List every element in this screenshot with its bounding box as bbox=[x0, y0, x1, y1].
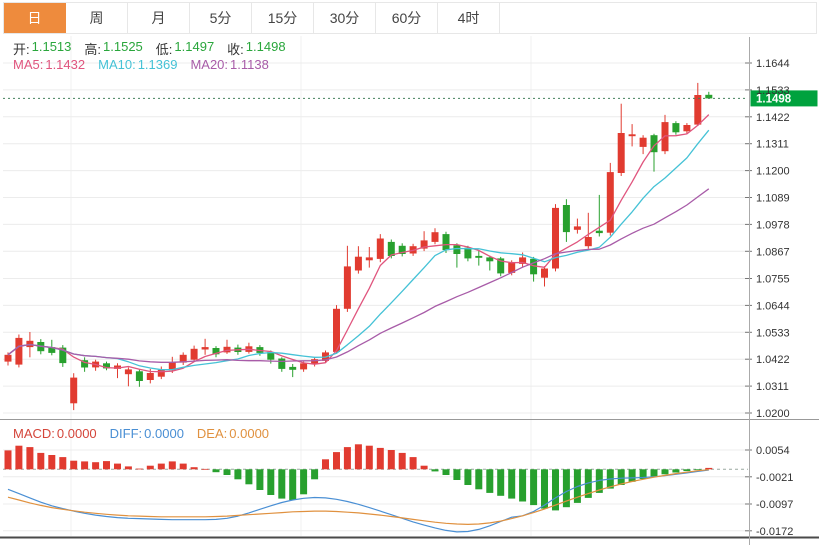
candlestick-chart-canvas[interactable]: 1.1498 1.1644 1.1533 1.1422 1.1311 1.1200 1.10… bbox=[0, 0, 819, 545]
dea-line bbox=[8, 470, 709, 525]
svg-text:-0.0021: -0.0021 bbox=[756, 472, 793, 484]
close-value: 1.1498 bbox=[246, 39, 286, 58]
svg-text:1.0978: 1.0978 bbox=[756, 219, 790, 231]
tab-period-1[interactable]: 日 bbox=[4, 3, 66, 33]
ma10-value: 1.1369 bbox=[138, 57, 178, 72]
diff-label: DIFF: bbox=[110, 426, 143, 441]
ma-legend: MA5: 1.1432 MA10: 1.1369 MA20: 1.1138 bbox=[13, 57, 269, 72]
macd-histogram bbox=[5, 444, 713, 510]
macd-legend: MACD: 0.0000 DIFF: 0.0000 DEA: 0.0000 bbox=[13, 426, 269, 441]
svg-text:1.0200: 1.0200 bbox=[756, 408, 790, 420]
tab-period-8[interactable]: 4时 bbox=[438, 3, 500, 33]
tab-period-5[interactable]: 15分 bbox=[252, 3, 314, 33]
ma5-label: MA5: bbox=[13, 57, 43, 72]
open-label: 开: bbox=[13, 39, 30, 58]
open-value: 1.1513 bbox=[32, 39, 72, 58]
low-value: 1.1497 bbox=[174, 39, 214, 58]
ma20-label: MA20: bbox=[190, 57, 228, 72]
high-value: 1.1525 bbox=[103, 39, 143, 58]
tab-period-7[interactable]: 60分 bbox=[376, 3, 438, 33]
ma5-value: 1.1432 bbox=[45, 57, 85, 72]
high-label: 高: bbox=[84, 39, 101, 58]
svg-text:1.0533: 1.0533 bbox=[756, 327, 790, 339]
dea-label: DEA: bbox=[197, 426, 227, 441]
svg-text:1.1422: 1.1422 bbox=[756, 112, 790, 124]
period-tabbar: 日周月5分15分30分60分4时 bbox=[3, 2, 817, 34]
price-axis-labels: 1.1644 1.1533 1.1422 1.1311 1.1200 1.1089 1.09… bbox=[745, 58, 790, 420]
svg-text:1.0422: 1.0422 bbox=[756, 354, 790, 366]
svg-text:-0.0172: -0.0172 bbox=[756, 526, 793, 538]
svg-text:1.0311: 1.0311 bbox=[756, 381, 789, 393]
svg-text:0.0054: 0.0054 bbox=[756, 445, 790, 457]
ma10-label: MA10: bbox=[98, 57, 136, 72]
svg-text:1.0867: 1.0867 bbox=[756, 246, 790, 258]
macd-value: 0.0000 bbox=[57, 426, 97, 441]
svg-text:1.0644: 1.0644 bbox=[756, 300, 790, 312]
svg-text:1.1533: 1.1533 bbox=[756, 85, 790, 97]
close-label: 收: bbox=[227, 39, 244, 58]
ohlc-legend: 开: 1.1513 高: 1.1525 低: 1.1497 收: 1.1498 bbox=[13, 39, 286, 58]
svg-text:1.0755: 1.0755 bbox=[756, 274, 790, 286]
svg-text:1.1089: 1.1089 bbox=[756, 193, 790, 205]
tab-period-3[interactable]: 月 bbox=[128, 3, 190, 33]
macd-gridlines bbox=[3, 450, 748, 531]
svg-text:1.1644: 1.1644 bbox=[756, 58, 790, 70]
svg-text:-0.0097: -0.0097 bbox=[756, 499, 793, 511]
macd-axis-labels: 0.0054 -0.0021 -0.0097 -0.0172 bbox=[745, 445, 793, 538]
diff-line bbox=[8, 470, 709, 532]
macd-label: MACD: bbox=[13, 426, 55, 441]
svg-text:1.1311: 1.1311 bbox=[756, 139, 789, 151]
dea-value: 0.0000 bbox=[229, 426, 269, 441]
ma20-value: 1.1138 bbox=[230, 57, 269, 72]
price-gridlines bbox=[3, 63, 748, 413]
low-label: 低: bbox=[156, 39, 173, 58]
tab-period-4[interactable]: 5分 bbox=[190, 3, 252, 33]
svg-text:1.1200: 1.1200 bbox=[756, 166, 790, 178]
tab-period-2[interactable]: 周 bbox=[66, 3, 128, 33]
tab-period-6[interactable]: 30分 bbox=[314, 3, 376, 33]
kline-chart-app: 1.1498 1.1644 1.1533 1.1422 1.1311 1.1200 1.10… bbox=[0, 0, 819, 545]
diff-value: 0.0000 bbox=[144, 426, 184, 441]
vertical-gridlines bbox=[71, 36, 531, 536]
